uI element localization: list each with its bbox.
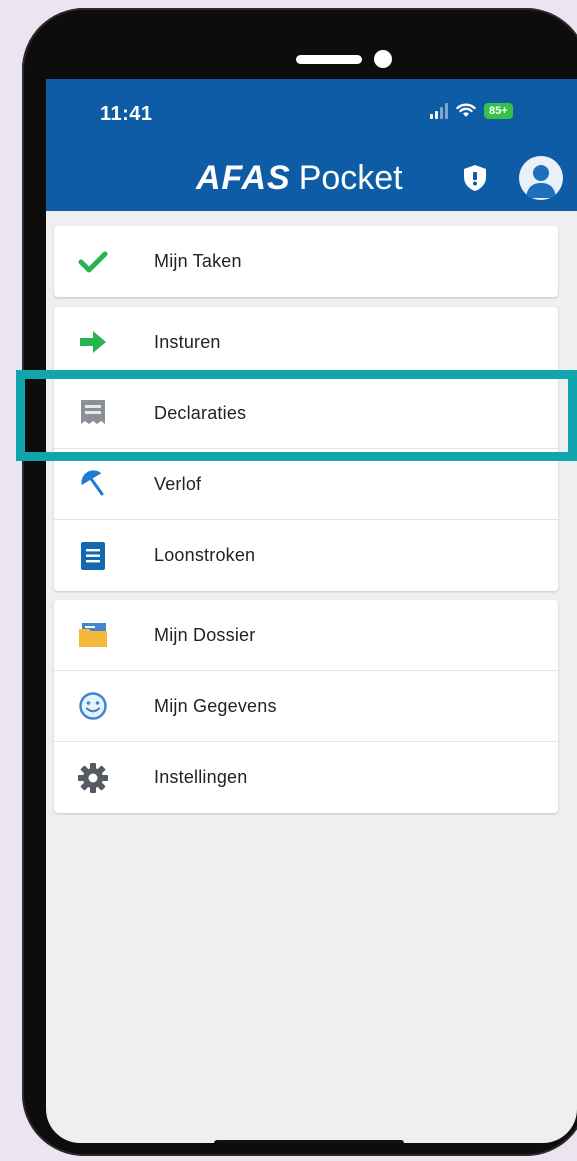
app-logo: AFAS Pocket [196, 159, 403, 197]
menu-item-label: Declaraties [154, 402, 247, 423]
front-camera [374, 50, 392, 68]
menu-item-label: Loonstroken [154, 545, 256, 565]
folder-icon [76, 618, 110, 652]
app-screen: 11:41 85+ AFAS Pocket Mijn Taken Insture… [46, 79, 577, 1143]
menu-item-verlof[interactable]: Verlof [54, 449, 558, 520]
user-icon [526, 165, 556, 198]
menu-item-label: Mijn Gegevens [154, 695, 277, 716]
status-time: 11:41 [100, 103, 153, 125]
menu-group-finance: Insturen Declaraties Verlof Loonstroken [54, 307, 558, 591]
menu-item-insturen[interactable]: Insturen [54, 307, 558, 378]
menu-item-label: Insturen [154, 331, 221, 352]
speaker-grille [296, 55, 362, 64]
brand-afas: AFAS [196, 159, 291, 197]
menu-group-tasks: Mijn Taken [54, 226, 558, 297]
menu-item-mijn-dossier[interactable]: Mijn Dossier [54, 600, 558, 671]
menu-item-label: Verlof [154, 473, 202, 494]
arrow-right-icon [76, 325, 110, 359]
menu-item-label: Mijn Taken [154, 251, 242, 271]
checkmark-icon [76, 245, 110, 279]
menu-group-personal: Mijn Dossier Mijn Gegevens Instellingen [54, 600, 558, 813]
battery-indicator: 85+ [484, 103, 513, 119]
gear-icon [76, 761, 110, 795]
menu-item-declaraties[interactable]: Declaraties [54, 378, 558, 449]
brand-pocket: Pocket [298, 159, 403, 197]
signal-icon [430, 103, 448, 119]
status-icons: 85+ [430, 103, 513, 119]
menu-item-instellingen[interactable]: Instellingen [54, 742, 558, 813]
menu-item-mijn-taken[interactable]: Mijn Taken [54, 226, 558, 297]
phone-frame: 11:41 85+ AFAS Pocket Mijn Taken Insture… [22, 8, 577, 1156]
beach-umbrella-icon [76, 467, 110, 501]
smiley-icon [76, 689, 110, 723]
menu-item-mijn-gegevens[interactable]: Mijn Gegevens [54, 671, 558, 742]
shield-icon[interactable] [460, 163, 490, 193]
home-indicator [214, 1140, 404, 1143]
receipt-icon [76, 396, 110, 430]
menu-item-label: Mijn Dossier [154, 624, 256, 645]
menu-item-loonstroken[interactable]: Loonstroken [54, 520, 558, 591]
wifi-icon [456, 103, 476, 117]
menu-item-label: Instellingen [154, 767, 248, 787]
app-header: 11:41 85+ AFAS Pocket [46, 79, 577, 211]
avatar[interactable] [519, 156, 563, 200]
document-lines-icon [76, 539, 110, 573]
